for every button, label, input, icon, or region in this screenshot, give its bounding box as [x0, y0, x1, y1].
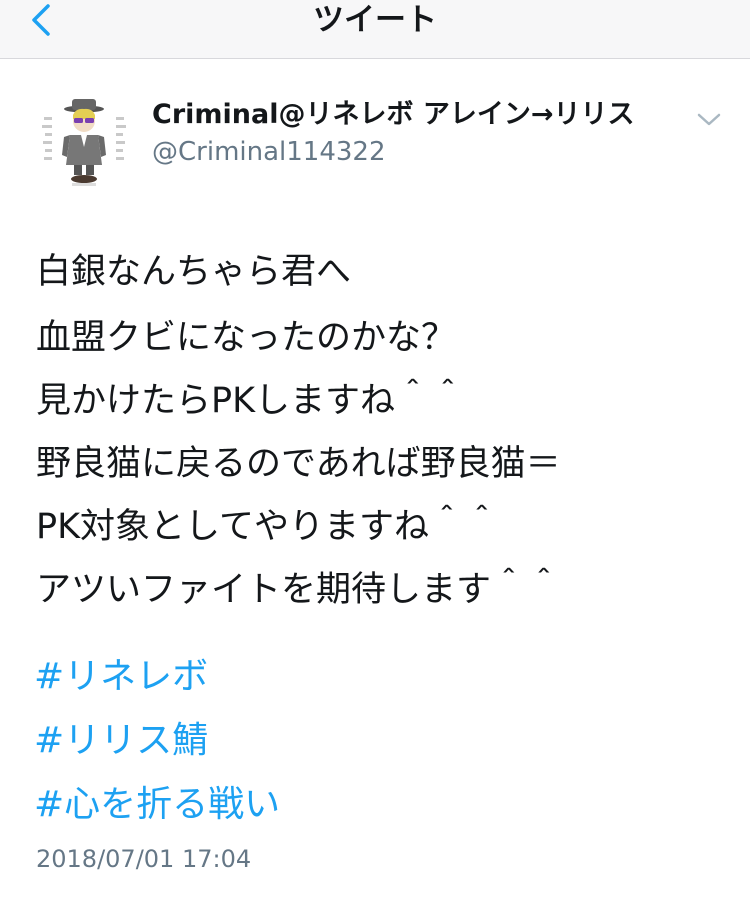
tweet-line: 見かけたらPKしますね＾＾ — [36, 381, 466, 421]
tweet-text: 白銀なんちゃら君へ 血盟クビになったのかな？ 見かけたらPKしますね＾＾ 野良猫… — [36, 241, 736, 622]
hashtag-link[interactable]: #リリス鯖 — [34, 709, 734, 773]
avatar-illustration — [36, 95, 132, 191]
tweet-line: PK対象としてやりますね＾＾ — [36, 507, 500, 547]
tweet-detail: Criminal@リネレボ アレイン→リリス @Criminal114322 白… — [0, 59, 750, 898]
tweet-timestamp: 2018/07/01 17:04 — [36, 845, 252, 873]
chevron-down-icon — [697, 113, 721, 126]
avatar[interactable] — [36, 95, 132, 191]
author-display-name[interactable]: Criminal@リネレボ アレイン→リリス — [152, 97, 635, 133]
navigation-bar: ツイート — [0, 0, 750, 59]
page-title: ツイート — [313, 2, 437, 38]
hashtag-list: #リネレボ #リリス鯖 #心を折る戦い — [34, 645, 734, 837]
tweet-body: 血盟クビになったのかな？ 見かけたらPKしますね＾＾ 野良猫に戻るのであれば野良… — [36, 307, 736, 622]
tweet-line: 血盟クビになったのかな？ — [36, 318, 457, 358]
hashtag-link[interactable]: #リネレボ — [34, 645, 734, 709]
tweet-line: アツいファイトを期待します＾＾ — [36, 570, 562, 610]
tweet-options-button[interactable] — [694, 107, 724, 131]
tweet-line: 野良猫に戻るのであれば野良猫＝ — [36, 444, 561, 484]
hashtag-link[interactable]: #心を折る戦い — [34, 773, 734, 837]
tweet-greeting: 白銀なんちゃら君へ — [36, 252, 352, 292]
author-handle[interactable]: @Criminal114322 — [152, 135, 386, 169]
